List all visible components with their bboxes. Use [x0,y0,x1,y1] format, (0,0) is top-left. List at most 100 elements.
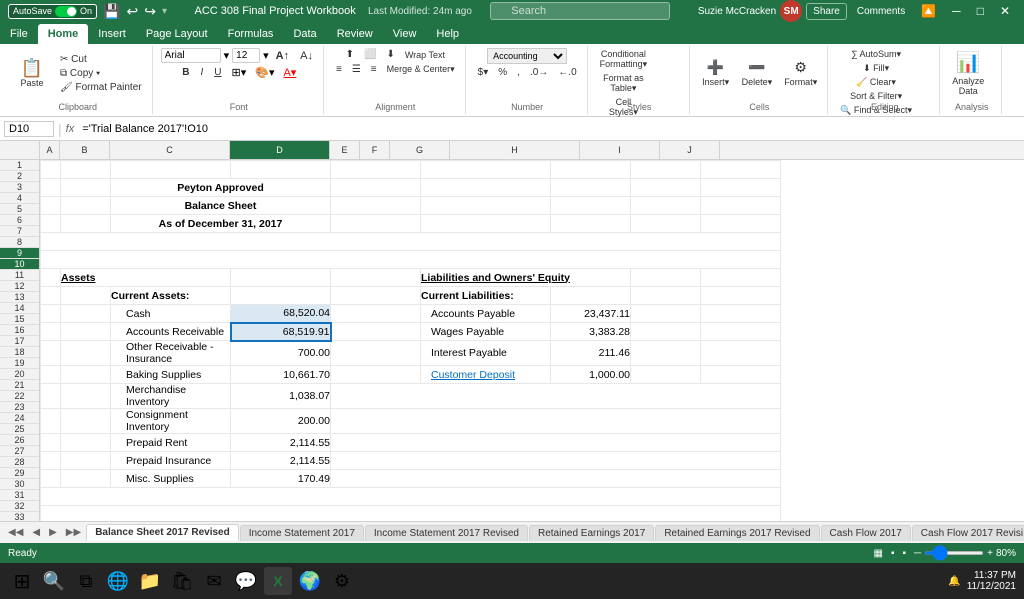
sheet-tab-left-nav[interactable]: ◀◀ [4,525,27,540]
cell-C12[interactable]: Baking Supplies [111,366,231,384]
cell-I8[interactable] [551,287,631,305]
sheet-tab-balance-sheet-revised[interactable]: Balance Sheet 2017 Revised [86,524,239,541]
cell-I4[interactable] [551,215,631,233]
cell-C17[interactable]: Misc. Supplies [111,470,231,488]
cell-E4[interactable] [331,215,421,233]
row-22[interactable]: 22 [0,391,39,402]
cell-B8[interactable] [61,287,111,305]
row-26[interactable]: 26 [0,435,39,446]
sheet-tab-income-2017[interactable]: Income Statement 2017 [240,525,364,541]
align-center-button[interactable]: ☰ [348,63,365,76]
tab-data[interactable]: Data [283,24,326,44]
sheet-tab-income-2017-revised[interactable]: Income Statement 2017 Revised [365,525,528,541]
cell-J9[interactable] [631,305,701,323]
cell-E3[interactable] [331,197,421,215]
cell-C2[interactable]: Peyton Approved [111,179,331,197]
cell-C3[interactable]: Balance Sheet [111,197,331,215]
row-7[interactable]: 7 [0,226,39,237]
bold-button[interactable]: B [178,66,193,79]
cell-C8[interactable]: Current Assets: [111,287,231,305]
format-painter-button[interactable]: 🖌 Format Painter [56,81,146,94]
view-normal-icon[interactable]: ▦ [874,548,883,559]
fill-color-button[interactable]: 🎨▾ [252,65,277,80]
row-29[interactable]: 29 [0,468,39,479]
col-I[interactable]: I [580,141,660,159]
row-21[interactable]: 21 [0,380,39,391]
align-bottom-button[interactable]: ⬇ [382,48,398,61]
zoom-out-button[interactable]: ─ [914,548,921,559]
close-button[interactable]: ✕ [994,2,1016,20]
row-33[interactable]: 33 [0,512,39,521]
cell-C15[interactable]: Prepaid Rent [111,434,231,452]
format-button[interactable]: ⚙ Format▾ [780,57,821,90]
cell-A13[interactable] [41,384,61,409]
underline-button[interactable]: U [210,66,225,79]
cell-J4[interactable] [631,215,701,233]
cell-E13[interactable] [331,384,781,409]
cell-B10[interactable] [61,323,111,341]
tab-insert[interactable]: Insert [88,24,136,44]
cell-K11[interactable] [701,341,781,366]
cell-A4[interactable] [41,215,61,233]
font-size-input[interactable] [232,48,260,63]
cell-A15[interactable] [41,434,61,452]
paste-button[interactable]: 📋 Paste [10,57,54,90]
cell-B17[interactable] [61,470,111,488]
cell-H7[interactable]: Liabilities and Owners' Equity [421,269,631,287]
minimize-button[interactable]: ─ [946,2,967,20]
cell-D1[interactable] [231,161,331,179]
cell-J11[interactable] [631,341,701,366]
cell-D7[interactable] [231,269,331,287]
row-5[interactable]: 5 [0,204,39,215]
cell-row5[interactable] [41,233,781,251]
decrease-font-button[interactable]: A↓ [296,49,317,63]
taskbar-edge-button[interactable]: 🌐 [104,567,132,595]
tab-file[interactable]: File [0,24,38,44]
taskbar-mail-button[interactable]: ✉ [200,567,228,595]
cell-D10[interactable]: 68,519.91 [231,323,331,341]
tab-view[interactable]: View [383,24,427,44]
cell-A10[interactable] [41,323,61,341]
cell-D13[interactable]: 1,038.07 [231,384,331,409]
increase-decimal-button[interactable]: .0→ [526,66,552,79]
fill-button[interactable]: ⬇ Fill▾ [859,62,893,75]
cell-E14[interactable] [331,409,781,434]
row-13[interactable]: 13 [0,292,39,303]
sheet-tab-right-nav[interactable]: ▶▶ [62,525,85,540]
align-right-button[interactable]: ≡ [367,63,381,76]
cell-K4[interactable] [701,215,781,233]
align-top-button[interactable]: ⬆ [342,48,358,61]
tab-formulas[interactable]: Formulas [218,24,284,44]
cell-K9[interactable] [701,305,781,323]
cell-A1[interactable] [41,161,61,179]
clear-button[interactable]: 🧹 Clear▾ [852,76,900,89]
tab-help[interactable]: Help [426,24,469,44]
taskbar-search-button[interactable]: 🔍 [40,567,68,595]
row-17[interactable]: 17 [0,336,39,347]
cell-J1[interactable] [631,161,701,179]
cell-B14[interactable] [61,409,111,434]
sheet-tab-retained-2017[interactable]: Retained Earnings 2017 [529,525,654,541]
col-C[interactable]: C [110,141,230,159]
number-format-select[interactable]: Accounting General Number Currency Perce… [487,48,567,64]
title-search[interactable] [490,2,670,20]
tab-home[interactable]: Home [38,24,89,44]
row-23[interactable]: 23 [0,402,39,413]
sheet-tab-next-nav[interactable]: ▶ [45,525,61,540]
cell-K12[interactable] [701,366,781,384]
cell-H12[interactable]: Customer Deposit [421,366,551,384]
cell-E10[interactable] [331,323,421,341]
cell-J12[interactable] [631,366,701,384]
percent-button[interactable]: % [494,66,511,79]
cell-H9[interactable]: Accounts Payable [421,305,551,323]
sheet-tab-prev-nav[interactable]: ◀ [28,525,44,540]
cell-C1[interactable] [111,161,231,179]
cell-H11[interactable]: Interest Payable [421,341,551,366]
cell-B7[interactable]: Assets [61,269,231,287]
taskbar-explorer-button[interactable]: 📁 [136,567,164,595]
col-J[interactable]: J [660,141,720,159]
cell-C10[interactable]: Accounts Receivable [111,323,231,341]
row-11[interactable]: 11 [0,270,39,281]
cell-H4[interactable] [421,215,551,233]
col-A[interactable]: A [40,141,60,159]
